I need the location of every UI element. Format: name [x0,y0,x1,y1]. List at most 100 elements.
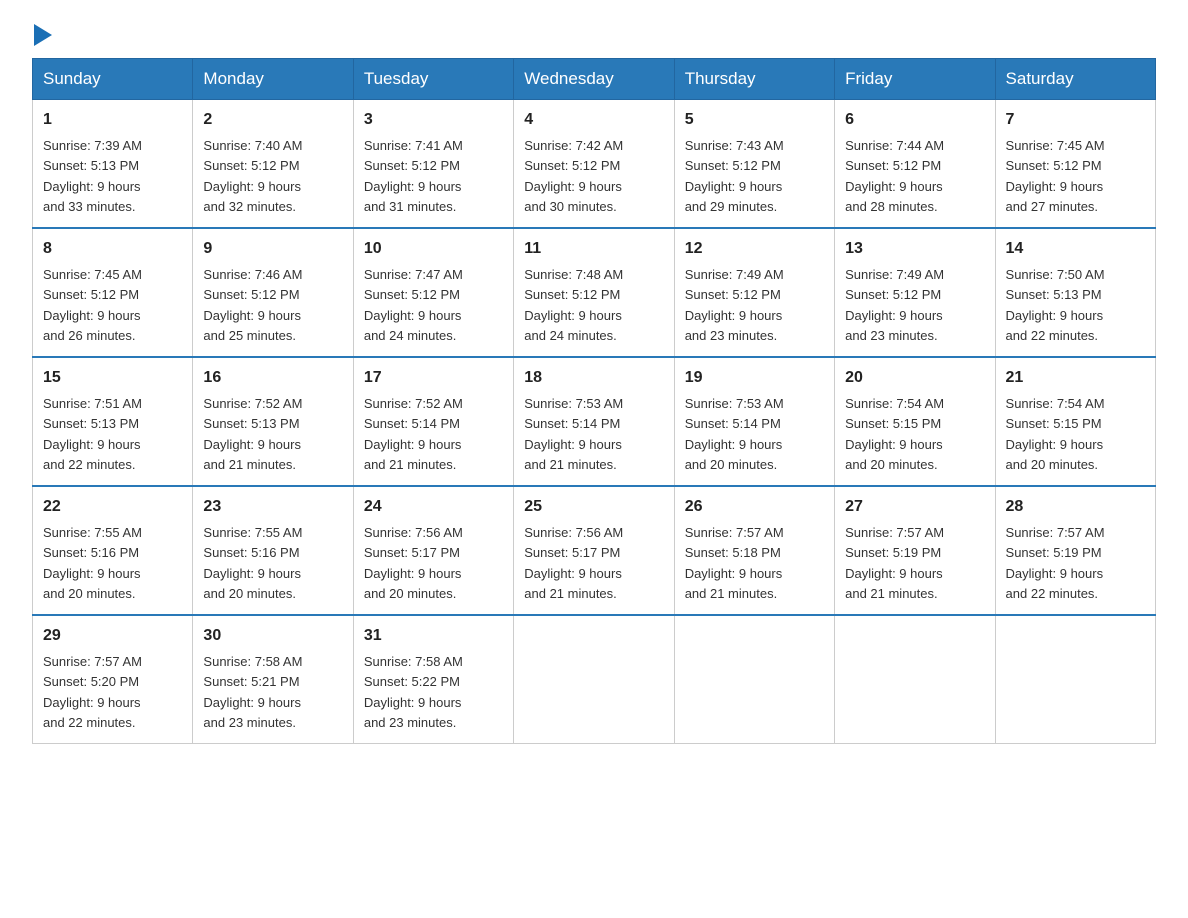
day-info: Sunrise: 7:54 AMSunset: 5:15 PMDaylight:… [1006,396,1105,472]
day-info: Sunrise: 7:56 AMSunset: 5:17 PMDaylight:… [364,525,463,601]
weekday-header-row: SundayMondayTuesdayWednesdayThursdayFrid… [33,59,1156,100]
calendar-cell: 27 Sunrise: 7:57 AMSunset: 5:19 PMDaylig… [835,486,995,615]
weekday-header-tuesday: Tuesday [353,59,513,100]
calendar-cell: 14 Sunrise: 7:50 AMSunset: 5:13 PMDaylig… [995,228,1155,357]
day-number: 12 [685,237,824,261]
calendar-cell: 31 Sunrise: 7:58 AMSunset: 5:22 PMDaylig… [353,615,513,744]
calendar-cell: 18 Sunrise: 7:53 AMSunset: 5:14 PMDaylig… [514,357,674,486]
calendar-week-row: 29 Sunrise: 7:57 AMSunset: 5:20 PMDaylig… [33,615,1156,744]
day-info: Sunrise: 7:58 AMSunset: 5:22 PMDaylight:… [364,654,463,730]
day-info: Sunrise: 7:57 AMSunset: 5:19 PMDaylight:… [1006,525,1105,601]
day-info: Sunrise: 7:45 AMSunset: 5:12 PMDaylight:… [43,267,142,343]
day-number: 5 [685,108,824,132]
calendar-cell: 3 Sunrise: 7:41 AMSunset: 5:12 PMDayligh… [353,100,513,229]
day-number: 18 [524,366,663,390]
calendar-cell: 26 Sunrise: 7:57 AMSunset: 5:18 PMDaylig… [674,486,834,615]
calendar-table: SundayMondayTuesdayWednesdayThursdayFrid… [32,58,1156,744]
day-info: Sunrise: 7:44 AMSunset: 5:12 PMDaylight:… [845,138,944,214]
day-number: 1 [43,108,182,132]
day-number: 9 [203,237,342,261]
calendar-cell: 10 Sunrise: 7:47 AMSunset: 5:12 PMDaylig… [353,228,513,357]
page-header [32,24,1156,42]
day-number: 27 [845,495,984,519]
day-number: 24 [364,495,503,519]
day-info: Sunrise: 7:58 AMSunset: 5:21 PMDaylight:… [203,654,302,730]
calendar-cell: 23 Sunrise: 7:55 AMSunset: 5:16 PMDaylig… [193,486,353,615]
day-number: 19 [685,366,824,390]
day-number: 20 [845,366,984,390]
day-number: 31 [364,624,503,648]
day-info: Sunrise: 7:52 AMSunset: 5:13 PMDaylight:… [203,396,302,472]
calendar-cell: 6 Sunrise: 7:44 AMSunset: 5:12 PMDayligh… [835,100,995,229]
calendar-cell: 17 Sunrise: 7:52 AMSunset: 5:14 PMDaylig… [353,357,513,486]
day-number: 16 [203,366,342,390]
weekday-header-thursday: Thursday [674,59,834,100]
day-number: 11 [524,237,663,261]
day-number: 8 [43,237,182,261]
day-info: Sunrise: 7:47 AMSunset: 5:12 PMDaylight:… [364,267,463,343]
day-info: Sunrise: 7:49 AMSunset: 5:12 PMDaylight:… [685,267,784,343]
weekday-header-monday: Monday [193,59,353,100]
day-number: 2 [203,108,342,132]
day-info: Sunrise: 7:41 AMSunset: 5:12 PMDaylight:… [364,138,463,214]
weekday-header-saturday: Saturday [995,59,1155,100]
day-number: 28 [1006,495,1145,519]
day-info: Sunrise: 7:49 AMSunset: 5:12 PMDaylight:… [845,267,944,343]
calendar-cell [995,615,1155,744]
day-number: 4 [524,108,663,132]
day-info: Sunrise: 7:39 AMSunset: 5:13 PMDaylight:… [43,138,142,214]
day-number: 26 [685,495,824,519]
calendar-cell: 28 Sunrise: 7:57 AMSunset: 5:19 PMDaylig… [995,486,1155,615]
calendar-cell: 12 Sunrise: 7:49 AMSunset: 5:12 PMDaylig… [674,228,834,357]
calendar-week-row: 15 Sunrise: 7:51 AMSunset: 5:13 PMDaylig… [33,357,1156,486]
day-number: 21 [1006,366,1145,390]
day-info: Sunrise: 7:57 AMSunset: 5:19 PMDaylight:… [845,525,944,601]
calendar-cell: 30 Sunrise: 7:58 AMSunset: 5:21 PMDaylig… [193,615,353,744]
day-number: 14 [1006,237,1145,261]
day-number: 3 [364,108,503,132]
calendar-cell: 11 Sunrise: 7:48 AMSunset: 5:12 PMDaylig… [514,228,674,357]
day-number: 25 [524,495,663,519]
calendar-cell [674,615,834,744]
day-info: Sunrise: 7:43 AMSunset: 5:12 PMDaylight:… [685,138,784,214]
calendar-cell [835,615,995,744]
calendar-cell: 16 Sunrise: 7:52 AMSunset: 5:13 PMDaylig… [193,357,353,486]
calendar-cell [514,615,674,744]
calendar-cell: 2 Sunrise: 7:40 AMSunset: 5:12 PMDayligh… [193,100,353,229]
calendar-cell: 19 Sunrise: 7:53 AMSunset: 5:14 PMDaylig… [674,357,834,486]
calendar-cell: 22 Sunrise: 7:55 AMSunset: 5:16 PMDaylig… [33,486,193,615]
calendar-cell: 4 Sunrise: 7:42 AMSunset: 5:12 PMDayligh… [514,100,674,229]
calendar-cell: 9 Sunrise: 7:46 AMSunset: 5:12 PMDayligh… [193,228,353,357]
calendar-cell: 13 Sunrise: 7:49 AMSunset: 5:12 PMDaylig… [835,228,995,357]
calendar-cell: 24 Sunrise: 7:56 AMSunset: 5:17 PMDaylig… [353,486,513,615]
day-info: Sunrise: 7:55 AMSunset: 5:16 PMDaylight:… [203,525,302,601]
day-number: 10 [364,237,503,261]
day-info: Sunrise: 7:57 AMSunset: 5:18 PMDaylight:… [685,525,784,601]
calendar-cell: 29 Sunrise: 7:57 AMSunset: 5:20 PMDaylig… [33,615,193,744]
day-info: Sunrise: 7:53 AMSunset: 5:14 PMDaylight:… [685,396,784,472]
day-info: Sunrise: 7:54 AMSunset: 5:15 PMDaylight:… [845,396,944,472]
calendar-week-row: 8 Sunrise: 7:45 AMSunset: 5:12 PMDayligh… [33,228,1156,357]
calendar-cell: 20 Sunrise: 7:54 AMSunset: 5:15 PMDaylig… [835,357,995,486]
day-number: 29 [43,624,182,648]
calendar-week-row: 1 Sunrise: 7:39 AMSunset: 5:13 PMDayligh… [33,100,1156,229]
day-info: Sunrise: 7:57 AMSunset: 5:20 PMDaylight:… [43,654,142,730]
day-number: 15 [43,366,182,390]
day-info: Sunrise: 7:53 AMSunset: 5:14 PMDaylight:… [524,396,623,472]
calendar-cell: 15 Sunrise: 7:51 AMSunset: 5:13 PMDaylig… [33,357,193,486]
day-info: Sunrise: 7:46 AMSunset: 5:12 PMDaylight:… [203,267,302,343]
day-info: Sunrise: 7:50 AMSunset: 5:13 PMDaylight:… [1006,267,1105,343]
day-info: Sunrise: 7:48 AMSunset: 5:12 PMDaylight:… [524,267,623,343]
day-info: Sunrise: 7:45 AMSunset: 5:12 PMDaylight:… [1006,138,1105,214]
day-number: 7 [1006,108,1145,132]
day-info: Sunrise: 7:56 AMSunset: 5:17 PMDaylight:… [524,525,623,601]
calendar-cell: 5 Sunrise: 7:43 AMSunset: 5:12 PMDayligh… [674,100,834,229]
day-number: 23 [203,495,342,519]
logo [32,24,52,42]
day-number: 13 [845,237,984,261]
day-info: Sunrise: 7:40 AMSunset: 5:12 PMDaylight:… [203,138,302,214]
calendar-cell: 8 Sunrise: 7:45 AMSunset: 5:12 PMDayligh… [33,228,193,357]
weekday-header-friday: Friday [835,59,995,100]
day-info: Sunrise: 7:51 AMSunset: 5:13 PMDaylight:… [43,396,142,472]
day-info: Sunrise: 7:42 AMSunset: 5:12 PMDaylight:… [524,138,623,214]
